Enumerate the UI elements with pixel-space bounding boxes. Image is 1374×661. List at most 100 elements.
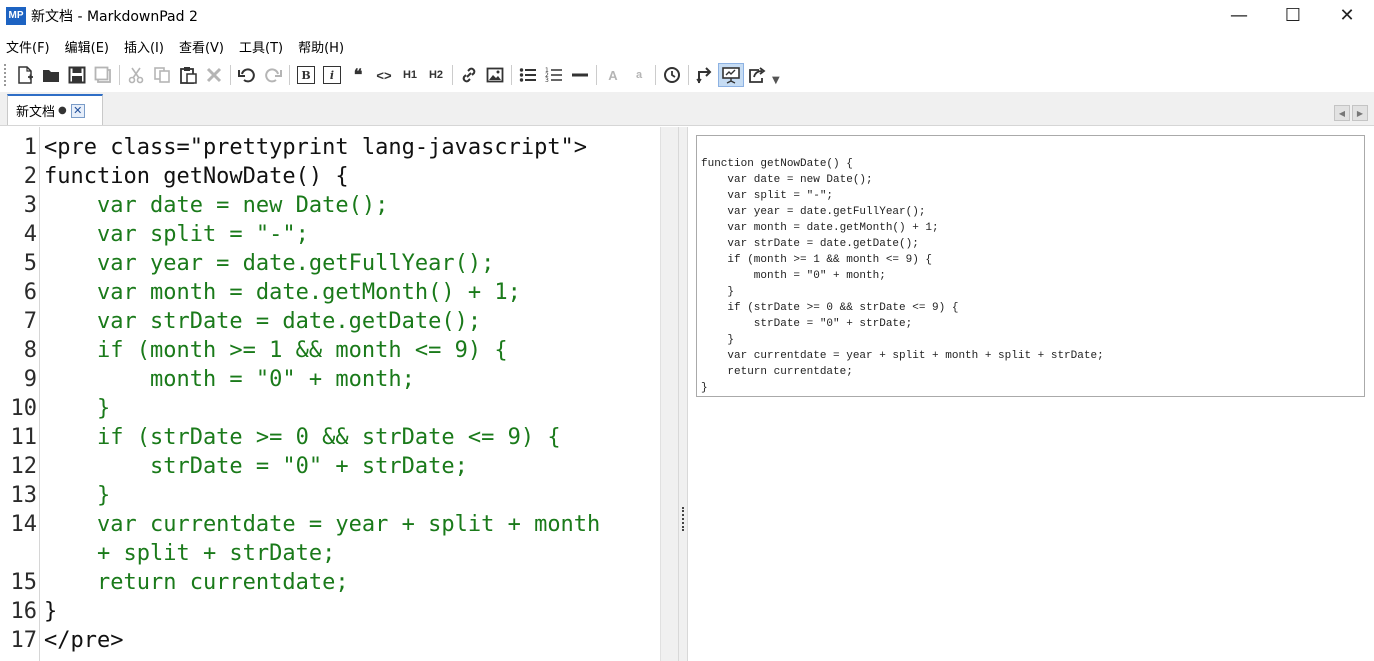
- italic-button[interactable]: i: [319, 63, 345, 87]
- pane-splitter[interactable]: [678, 127, 688, 661]
- line-text: var month = date.getMonth() + 1;: [44, 280, 521, 305]
- line-text: var split = "-";: [44, 222, 309, 247]
- editor-line[interactable]: 2 function getNowDate() {: [0, 162, 660, 191]
- italic-icon: i: [323, 66, 341, 84]
- line-text: </pre>: [44, 628, 124, 653]
- line-number: 17: [10, 628, 38, 653]
- editor-line[interactable]: 5 var year = date.getFullYear();: [0, 249, 660, 278]
- editor-line[interactable]: 10 }: [0, 394, 660, 423]
- new-document-icon: [18, 66, 33, 84]
- editor-line[interactable]: 6 var month = date.getMonth() + 1;: [0, 278, 660, 307]
- line-number: 4: [23, 222, 37, 247]
- horizontal-rule-icon: [572, 73, 588, 77]
- code-button[interactable]: <>: [371, 63, 397, 87]
- tab-close-icon[interactable]: ✕: [70, 103, 85, 118]
- editor-line[interactable]: 4 var split = "-";: [0, 220, 660, 249]
- app-logo-icon: MP: [6, 6, 26, 25]
- open-button[interactable]: [38, 63, 64, 87]
- editor-line[interactable]: + split + strDate;: [0, 539, 660, 568]
- tab-new-document[interactable]: 新文档 ● ✕: [7, 94, 103, 125]
- splitter-grip-icon[interactable]: [682, 507, 685, 531]
- bold-button[interactable]: B: [293, 63, 319, 87]
- editor-line[interactable]: 3 var date = new Date();: [0, 191, 660, 220]
- menu-insert[interactable]: 插入(I): [118, 37, 173, 56]
- increase-font-button[interactable]: A: [600, 63, 626, 87]
- swap-layout-button[interactable]: [692, 63, 718, 87]
- horizontal-rule-button[interactable]: [567, 63, 593, 87]
- line-number: 16: [10, 599, 38, 624]
- hyperlink-button[interactable]: [456, 63, 482, 87]
- menu-file[interactable]: 文件(F): [0, 37, 59, 56]
- maximize-button[interactable]: ☐: [1266, 0, 1320, 31]
- editor-line[interactable]: 16}: [0, 597, 660, 626]
- line-number: 12: [10, 454, 38, 479]
- editor-line[interactable]: 1 <pre class="prettyprint lang-javascript…: [0, 133, 660, 162]
- cut-button[interactable]: [123, 63, 149, 87]
- line-number: 5: [23, 251, 37, 276]
- editor-line[interactable]: 14 var currentdate = year + split + mont…: [0, 510, 660, 539]
- line-text: var year = date.getFullYear();: [44, 251, 495, 276]
- image-icon: [486, 67, 504, 83]
- bullet-list-icon: [519, 68, 536, 82]
- title-bar: MP 新文档 - MarkdownPad 2 — ☐ ✕: [0, 0, 1374, 31]
- editor-line[interactable]: 8 if (month >= 1 && month <= 9) {: [0, 336, 660, 365]
- toolbar-grip[interactable]: [4, 64, 8, 86]
- export-button[interactable]: [744, 63, 770, 87]
- preview-code-text: function getNowDate() { var date = new D…: [701, 158, 1104, 394]
- close-button[interactable]: ✕: [1320, 0, 1374, 31]
- menu-tools[interactable]: 工具(T): [233, 37, 292, 56]
- copy-button[interactable]: [149, 63, 175, 87]
- editor-line[interactable]: 15 return currentdate;: [0, 568, 660, 597]
- live-preview-toggle[interactable]: [718, 63, 744, 87]
- line-text: function getNowDate() {: [44, 164, 349, 189]
- undo-button[interactable]: [234, 63, 260, 87]
- minimize-button[interactable]: —: [1212, 0, 1266, 31]
- save-button[interactable]: [64, 63, 90, 87]
- numbered-list-button[interactable]: 123: [541, 63, 567, 87]
- redo-button[interactable]: [260, 63, 286, 87]
- menu-help[interactable]: 帮助(H): [292, 37, 353, 56]
- redo-icon: [265, 68, 282, 83]
- tab-scroll-left-icon[interactable]: ◀: [1334, 105, 1350, 121]
- save-all-button[interactable]: [90, 63, 116, 87]
- menu-bar: 文件(F) 编辑(E) 插入(I) 查看(V) 工具(T) 帮助(H): [0, 34, 1374, 58]
- editor-scrollbar[interactable]: [660, 127, 678, 661]
- markdown-editor[interactable]: 1 <pre class="prettyprint lang-javascript…: [0, 127, 660, 661]
- tab-scroll-right-icon[interactable]: ▶: [1352, 105, 1368, 121]
- bulleted-list-button[interactable]: [515, 63, 541, 87]
- font-small-icon: a: [635, 69, 643, 81]
- editor-line[interactable]: 13 }: [0, 481, 660, 510]
- editor-line[interactable]: 17 </pre>: [0, 626, 660, 655]
- delete-button[interactable]: [201, 63, 227, 87]
- document-tab-strip: 新文档 ● ✕ ◀ ▶: [0, 92, 1374, 126]
- editor-line[interactable]: 11 if (strDate >= 0 && strDate <= 9) {: [0, 423, 660, 452]
- decrease-font-button[interactable]: a: [626, 63, 652, 87]
- line-text: }: [44, 396, 111, 421]
- editor-line[interactable]: 12 strDate = "0" + strDate;: [0, 452, 660, 481]
- line-text: if (month >= 1 && month <= 9) {: [44, 338, 508, 363]
- toolbar-separator: [119, 65, 120, 85]
- delete-x-icon: [206, 67, 222, 83]
- blockquote-button[interactable]: ❝: [345, 63, 371, 87]
- editor-line[interactable]: 9 month = "0" + month;: [0, 365, 660, 394]
- heading1-button[interactable]: H1: [397, 63, 423, 87]
- line-number: 1: [23, 135, 37, 160]
- editor-line[interactable]: 7 var strDate = date.getDate();: [0, 307, 660, 336]
- link-icon: [462, 67, 476, 83]
- menu-edit[interactable]: 编辑(E): [59, 37, 118, 56]
- line-text: var strDate = date.getDate();: [44, 309, 482, 334]
- line-number: 7: [23, 309, 37, 334]
- menu-view[interactable]: 查看(V): [173, 37, 233, 56]
- paste-button[interactable]: [175, 63, 201, 87]
- line-number: 9: [23, 367, 37, 392]
- html-preview-pane: function getNowDate() { var date = new D…: [689, 127, 1374, 661]
- heading2-button[interactable]: H2: [423, 63, 449, 87]
- toolbar-separator: [289, 65, 290, 85]
- tab-label: 新文档: [16, 105, 56, 120]
- timestamp-button[interactable]: [659, 63, 685, 87]
- line-text: var date = new Date();: [44, 193, 389, 218]
- image-button[interactable]: [482, 63, 508, 87]
- toolbar-overflow-chevron-icon[interactable]: ▼: [772, 75, 780, 86]
- new-document-button[interactable]: [12, 63, 38, 87]
- line-text: }: [44, 483, 111, 508]
